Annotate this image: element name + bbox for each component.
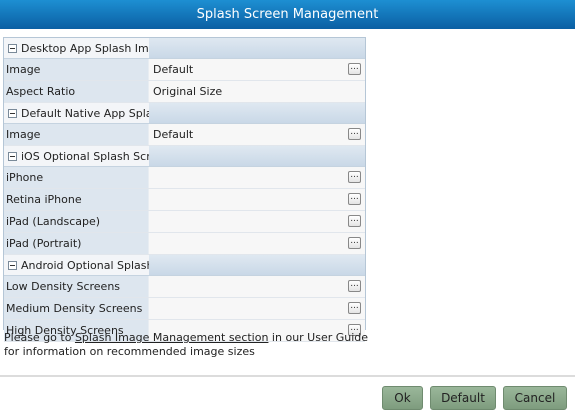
property-grid: Desktop App Splash Image Image Default .… [3,37,366,342]
ok-button[interactable]: Ok [382,386,423,410]
section-title: Desktop App Splash Image [21,41,149,55]
collapse-icon[interactable] [8,260,17,270]
cancel-button[interactable]: Cancel [503,386,567,410]
property-label: Image [4,124,149,145]
browse-button[interactable]: ... [348,193,361,205]
property-label: Medium Density Screens [4,298,149,319]
section-header-android[interactable]: Android Optional Splash Scr [4,255,365,276]
property-label: iPad (Portrait) [4,233,149,254]
property-row-retina-iphone[interactable]: Retina iPhone ... [4,189,365,211]
section-title: iOS Optional Splash Screen [21,149,149,163]
browse-button[interactable]: ... [348,128,361,140]
collapse-icon[interactable] [8,43,17,53]
property-label: iPhone [4,167,149,188]
property-row-iphone[interactable]: iPhone ... [4,167,365,189]
property-row-medium-density[interactable]: Medium Density Screens ... [4,298,365,320]
property-row-aspect-ratio[interactable]: Aspect Ratio Original Size [4,81,365,103]
property-row-low-density[interactable]: Low Density Screens ... [4,276,365,298]
section-title: Android Optional Splash Scr [21,258,149,272]
footer-divider [0,375,575,377]
section-title: Default Native App Splash In [21,106,149,120]
property-value[interactable]: ... [149,167,365,188]
collapse-icon[interactable] [8,151,17,161]
property-label: iPad (Landscape) [4,211,149,232]
user-guide-link[interactable]: Splash Image Management section [75,331,268,344]
property-row-native-image[interactable]: Image Default ... [4,124,365,146]
collapse-icon[interactable] [8,108,17,118]
browse-button[interactable]: ... [348,63,361,75]
section-header-ios[interactable]: iOS Optional Splash Screen [4,146,365,167]
property-value[interactable]: ... [149,298,365,319]
property-label: Low Density Screens [4,276,149,297]
property-label: Retina iPhone [4,189,149,210]
property-value[interactable]: ... [149,211,365,232]
property-value[interactable]: Original Size [149,81,365,102]
property-value[interactable]: ... [149,276,365,297]
browse-button[interactable]: ... [348,280,361,292]
property-label: Aspect Ratio [4,81,149,102]
help-note: Please go to Splash Image Management sec… [4,331,369,358]
dialog-title: Splash Screen Management [0,0,575,29]
property-value[interactable]: Default ... [149,59,365,80]
browse-button[interactable]: ... [348,302,361,314]
property-value[interactable]: ... [149,189,365,210]
property-row-desktop-image[interactable]: Image Default ... [4,59,365,81]
property-label: Image [4,59,149,80]
property-row-ipad-landscape[interactable]: iPad (Landscape) ... [4,211,365,233]
browse-button[interactable]: ... [348,215,361,227]
property-value[interactable]: ... [149,233,365,254]
section-header-native[interactable]: Default Native App Splash In [4,103,365,124]
browse-button[interactable]: ... [348,237,361,249]
property-value[interactable]: Default ... [149,124,365,145]
default-button[interactable]: Default [430,386,496,410]
section-header-desktop[interactable]: Desktop App Splash Image [4,38,365,59]
property-row-ipad-portrait[interactable]: iPad (Portrait) ... [4,233,365,255]
browse-button[interactable]: ... [348,171,361,183]
